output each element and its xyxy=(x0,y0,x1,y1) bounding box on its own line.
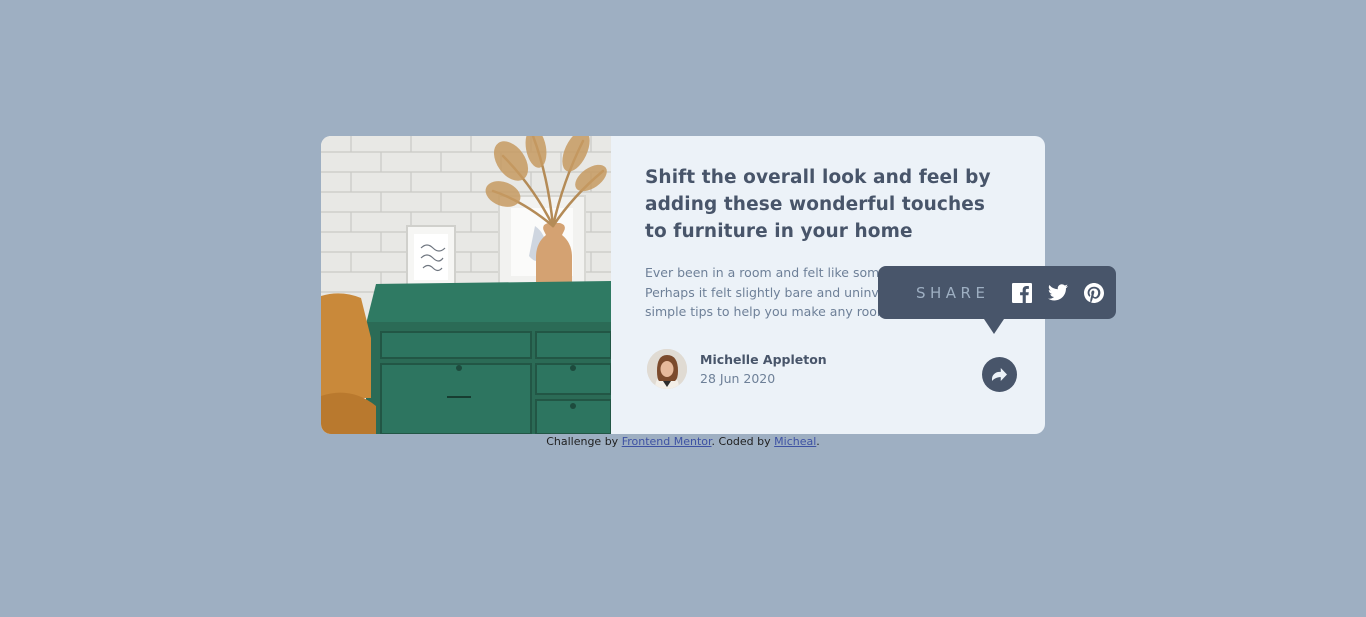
author-info: Michelle Appleton 28 Jun 2020 xyxy=(647,349,827,389)
publish-date: 28 Jun 2020 xyxy=(700,371,776,386)
share-button[interactable] xyxy=(982,357,1017,392)
avatar-photo xyxy=(647,349,687,389)
share-icon xyxy=(992,368,1007,381)
drawers-photo xyxy=(321,136,611,434)
article-title: Shift the overall look and feel by addin… xyxy=(645,167,991,242)
attribution: Challenge by Frontend Mentor. Coded by M… xyxy=(0,435,1366,448)
author-meta: Michelle Appleton 28 Jun 2020 xyxy=(700,352,827,386)
share-label: SHARE xyxy=(916,283,990,302)
pinterest-icon[interactable] xyxy=(1083,282,1105,304)
frontend-mentor-link[interactable]: Frontend Mentor xyxy=(622,435,712,448)
article-image xyxy=(321,136,611,434)
author-link[interactable]: Micheal xyxy=(774,435,816,448)
attribution-middle: . Coded by xyxy=(711,435,775,448)
author-name: Michelle Appleton xyxy=(700,352,827,367)
attribution-prefix: Challenge by xyxy=(546,435,622,448)
twitter-icon[interactable] xyxy=(1047,282,1069,304)
share-popover: SHARE xyxy=(878,266,1116,334)
attribution-suffix: . xyxy=(816,435,820,448)
avatar xyxy=(647,349,687,389)
facebook-icon[interactable] xyxy=(1011,282,1033,304)
